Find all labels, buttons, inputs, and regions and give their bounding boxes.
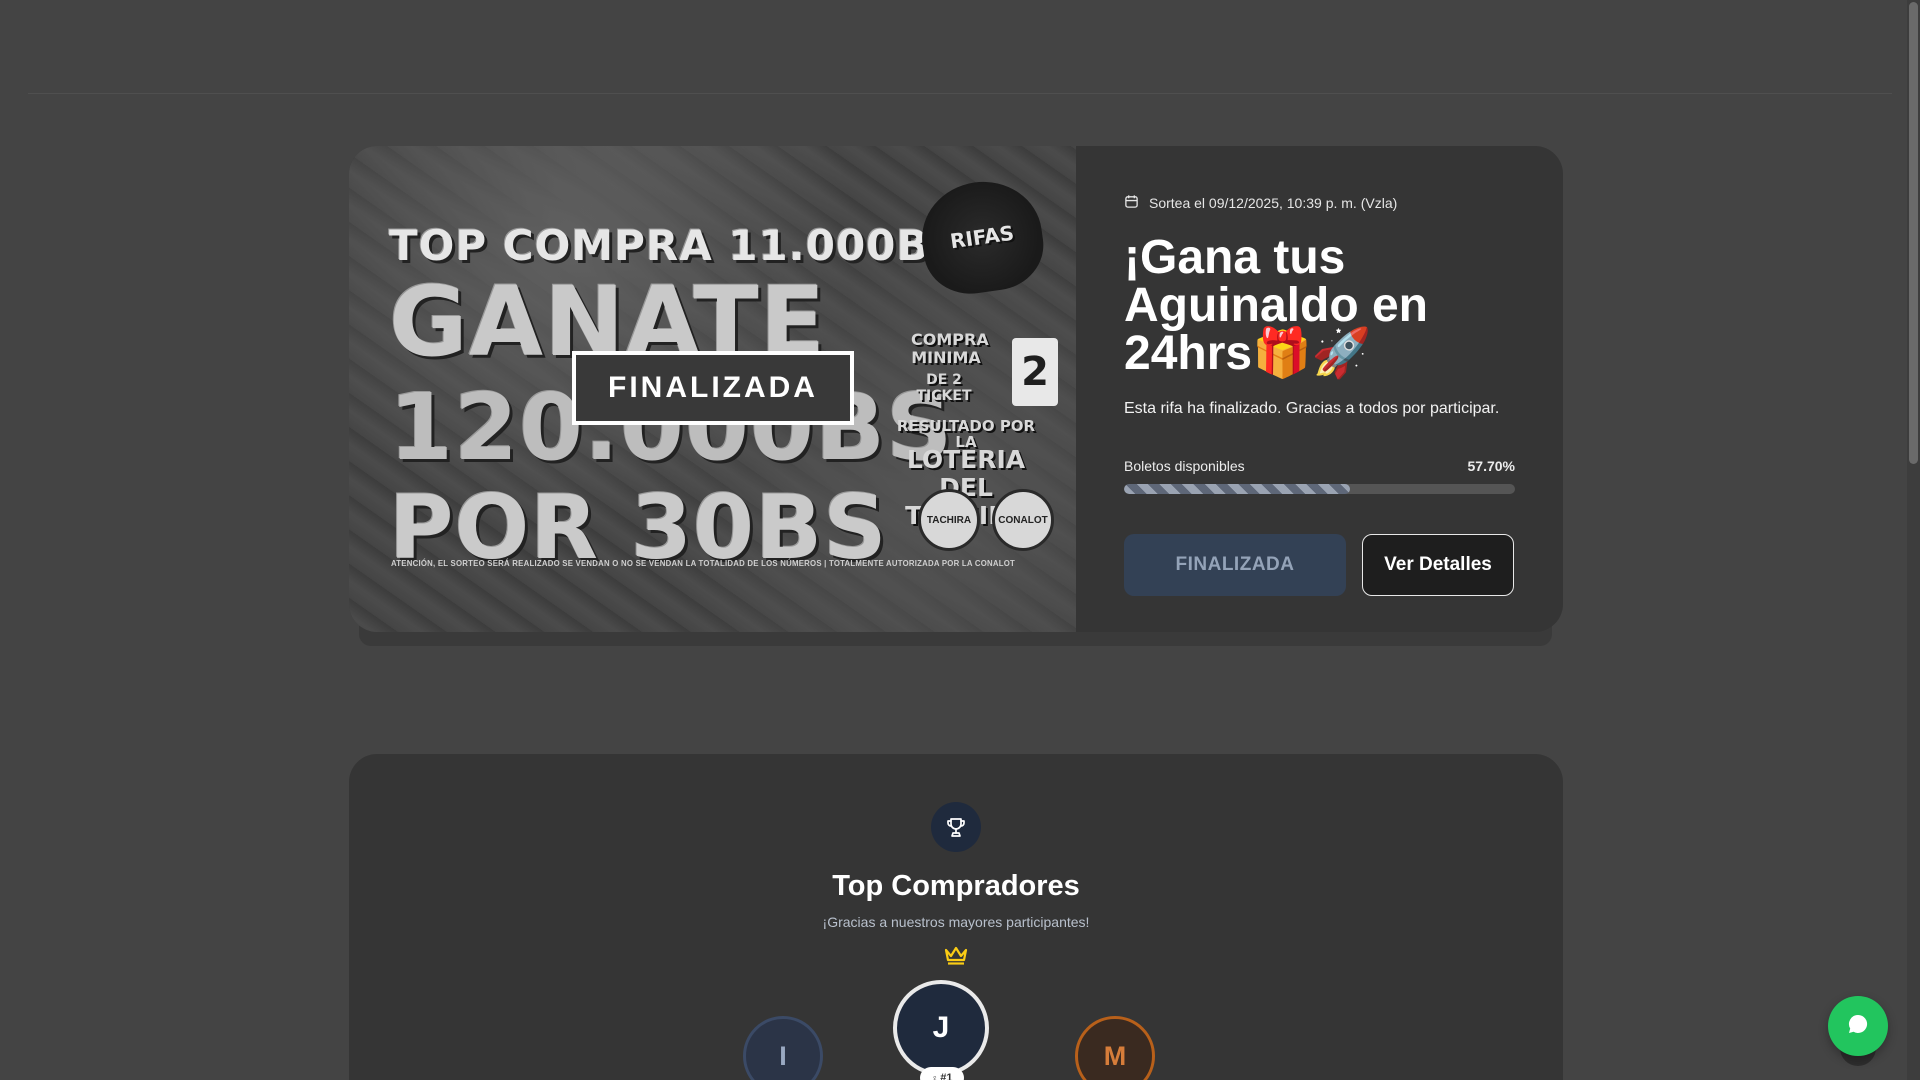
top-buyers-title: Top Compradores — [832, 870, 1080, 902]
raffle-description: Esta rifa ha finalizado. Gracias a todos… — [1124, 400, 1500, 417]
medal-icon: ♀ — [931, 1073, 939, 1080]
raffle-image[interactable]: TOP COMPRA 11.000BS GANATE 120.000BS POR… — [349, 146, 1076, 632]
top-buyers-subtitle: ¡Gracias a nuestros mayores participante… — [822, 914, 1090, 930]
chat-icon — [1846, 1012, 1870, 1041]
crown-icon — [943, 944, 969, 966]
buyer-avatar-second[interactable]: I — [743, 1016, 823, 1080]
progress-header: Boletos disponibles 57.70% — [1124, 458, 1515, 474]
raffle-actions: FINALIZADA Ver Detalles — [1124, 534, 1515, 596]
raffle-title: ¡Gana tus Aguinaldo en 24hrs🎁🚀 — [1124, 231, 1428, 380]
draw-date-row: Sortea el 09/12/2025, 10:39 p. m. (Vzla) — [1124, 194, 1515, 212]
progress-label: Boletos disponibles — [1124, 458, 1245, 474]
scrollbar-thumb[interactable] — [1909, 2, 1918, 464]
tachira-seal: TACHIRA — [918, 489, 980, 551]
progress-bar — [1124, 484, 1515, 494]
progress-percent: 57.70% — [1467, 458, 1515, 474]
finalizada-button[interactable]: FINALIZADA — [1124, 534, 1346, 596]
draw-date-text: Sortea el 09/12/2025, 10:39 p. m. (Vzla) — [1149, 195, 1398, 211]
page-scrollbar[interactable] — [1907, 0, 1920, 1080]
raffle-card: TOP COMPRA 11.000BS GANATE 120.000BS POR… — [349, 146, 1563, 632]
buyer-avatar-third[interactable]: M — [1075, 1016, 1155, 1080]
first-rank-text: #1 — [940, 1072, 953, 1080]
top-buyers-card: Top Compradores ¡Gracias a nuestros mayo… — [349, 754, 1563, 1080]
finalizada-stamp: FINALIZADA — [572, 351, 854, 425]
buyer-avatar-first[interactable]: J — [893, 980, 989, 1076]
chat-button[interactable] — [1828, 996, 1888, 1056]
poster-disclaimer: ATENCIÓN, EL SORTEO SERÁ REALIZADO SE VE… — [391, 560, 1016, 569]
header-divider — [28, 93, 1892, 94]
first-rank-badge: ♀ #1 — [920, 1067, 964, 1080]
trophy-icon — [931, 802, 981, 852]
poster-compra-minima: COMPRA MINIMA — [911, 330, 989, 367]
raffle-info: Sortea el 09/12/2025, 10:39 p. m. (Vzla)… — [1076, 146, 1563, 632]
poster-line-top: TOP COMPRA 11.000BS — [389, 221, 961, 270]
progress-fill — [1124, 484, 1350, 494]
ver-detalles-button[interactable]: Ver Detalles — [1362, 534, 1514, 596]
poster-ticket-number: 2 — [1012, 338, 1058, 406]
calendar-icon — [1124, 194, 1139, 212]
top-header — [0, 0, 1920, 95]
poster-de-2-ticket: DE 2 TICKET — [916, 372, 972, 404]
conalot-seal: CONALOT — [992, 489, 1054, 551]
